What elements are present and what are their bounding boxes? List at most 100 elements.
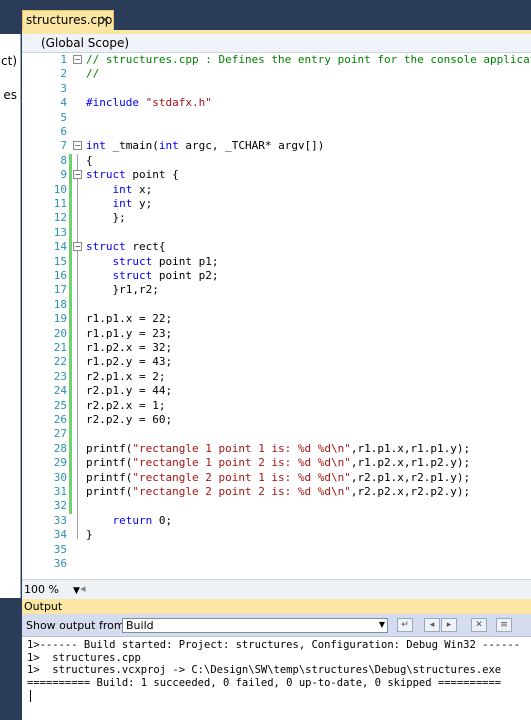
collapse-icon[interactable]: − — [73, 170, 82, 180]
code-line[interactable]: 10 int x; — [22, 182, 531, 197]
change-marker — [69, 168, 72, 183]
panel-text-fragment: es — [3, 88, 17, 102]
code-token: rect{ — [125, 240, 166, 254]
code-line[interactable]: 35 — [22, 543, 531, 557]
code-token: r2.p1.y = 44; — [86, 384, 173, 398]
code-line[interactable]: 16 struct point p2; — [22, 269, 531, 284]
change-marker — [69, 297, 72, 313]
scope-navigation-bar[interactable]: (Global Scope) — [22, 34, 531, 53]
previous-message-icon[interactable]: ◂ — [424, 618, 440, 632]
code-line[interactable]: 26 r2.p2.y = 60; — [22, 413, 531, 428]
code-line[interactable]: 17 }r1,r2; — [22, 283, 531, 298]
change-marker — [69, 398, 72, 413]
code-line[interactable]: 7− int _tmain(int argc, _TCHAR* argv[]) — [22, 139, 531, 153]
code-line[interactable]: 36 — [22, 557, 531, 571]
code-text: } — [86, 528, 93, 542]
line-number: 1 — [60, 53, 67, 66]
collapse-icon[interactable]: − — [73, 55, 82, 64]
change-marker — [69, 456, 72, 471]
code-line[interactable]: 31 printf("rectangle 2 point 2 is: %d %d\… — [22, 485, 531, 500]
output-text[interactable]: 1>------ Build started: Project: structu… — [22, 637, 531, 720]
code-line[interactable]: 27 — [22, 427, 531, 442]
keyword-token: int — [112, 182, 133, 196]
line-number: 12 — [53, 211, 67, 225]
code-line[interactable]: 33 return 0; — [22, 514, 531, 528]
line-number: 26 — [53, 413, 67, 426]
code-line[interactable]: 29 printf("rectangle 1 point 2 is: %d %d\… — [22, 456, 531, 471]
close-tab-icon[interactable]: ✕ — [100, 13, 110, 27]
code-line[interactable]: 1−// structures.cpp : Defines the entry … — [22, 53, 531, 67]
output-title: Output — [24, 600, 63, 613]
go-to-line-icon[interactable]: ↵ — [397, 618, 413, 632]
code-line[interactable]: 11 int y; — [22, 197, 531, 212]
code-line[interactable]: 19 r1.p1.x = 22; — [22, 312, 531, 327]
code-line[interactable]: 9− struct point { — [22, 168, 531, 183]
code-token: 0; — [152, 513, 173, 527]
code-line[interactable]: 20 r1.p1.y = 23; — [22, 326, 531, 341]
code-line[interactable]: 3 — [22, 82, 531, 96]
code-token: x; — [132, 182, 153, 196]
scope-dropdown[interactable]: (Global Scope) — [41, 36, 129, 50]
code-line[interactable]: 5 — [22, 111, 531, 125]
code-line[interactable]: 8{ — [22, 153, 531, 169]
change-marker — [69, 240, 72, 255]
code-line[interactable]: 18 — [22, 297, 531, 313]
change-marker — [69, 499, 72, 514]
code-token: r2.p2.x = 1; — [86, 398, 166, 412]
code-line[interactable]: 6 — [22, 125, 531, 139]
code-line[interactable]: 25 r2.p2.x = 1; — [22, 398, 531, 413]
code-line[interactable]: 32 — [22, 499, 531, 514]
code-line[interactable]: 4 #include "stdafx.h" — [22, 96, 531, 110]
code-line[interactable]: 12 }; — [22, 211, 531, 226]
line-number: 5 — [60, 110, 67, 124]
scroll-left-icon[interactable]: ◂ — [80, 582, 86, 595]
code-text: printf("rectangle 1 point 1 is: %d %d\n"… — [86, 442, 470, 456]
change-marker — [69, 182, 72, 197]
line-number: 31 — [53, 485, 67, 498]
code-token: r2.p1.x = 2; — [86, 369, 166, 383]
tab-structures-cpp[interactable]: structures.cpp ✕ — [22, 10, 114, 30]
panel-text-fragment: ct) — [1, 54, 17, 68]
string-token: "rectangle 1 point 2 is: %d %d\n" — [132, 456, 351, 470]
change-marker — [69, 369, 72, 385]
zoom-dropdown[interactable]: 100 % ▼ — [24, 583, 80, 596]
code-text: struct point p1; — [86, 255, 219, 269]
code-line[interactable]: 24 r2.p1.y = 44; — [22, 384, 531, 399]
code-line[interactable]: 13 — [22, 225, 531, 241]
code-line[interactable]: 23 r2.p1.x = 2; — [22, 369, 531, 385]
code-line[interactable]: 28 printf("rectangle 1 point 1 is: %d %d\… — [22, 441, 531, 457]
line-number: 25 — [53, 398, 67, 412]
code-token: r1.p1.y = 23; — [86, 326, 173, 340]
output-source-select[interactable]: Build ▼ — [122, 618, 388, 633]
change-marker — [69, 225, 72, 241]
code-line[interactable]: 30 printf("rectangle 2 point 1 is: %d %d\… — [22, 470, 531, 485]
code-token: }; — [86, 211, 126, 225]
change-marker — [69, 312, 72, 327]
chevron-down-icon: ▼ — [72, 586, 80, 596]
code-line[interactable]: 14− struct rect{ — [22, 240, 531, 255]
comment-token: // — [86, 67, 100, 81]
code-area[interactable]: 1−// structures.cpp : Defines the entry … — [22, 53, 531, 579]
word-wrap-icon[interactable]: ≡ — [496, 618, 512, 632]
clear-all-icon[interactable]: ✕ — [471, 618, 487, 632]
next-message-icon[interactable]: ▸ — [441, 618, 457, 632]
collapse-icon[interactable]: − — [73, 141, 82, 151]
line-number: 14 — [53, 240, 67, 254]
code-text: r2.p2.x = 1; — [86, 399, 165, 413]
code-line[interactable]: 21 r1.p2.x = 32; — [22, 341, 531, 356]
string-token: "rectangle 2 point 2 is: %d %d\n" — [132, 485, 351, 498]
code-line[interactable]: 15 struct point p1; — [22, 254, 531, 269]
code-line[interactable]: 22 r1.p2.y = 43; — [22, 355, 531, 370]
code-text: #include "stdafx.h" — [86, 96, 212, 110]
collapse-icon[interactable]: − — [73, 242, 82, 252]
code-editor[interactable]: (Global Scope) 1−// structures.cpp : Def… — [22, 34, 531, 599]
code-line[interactable]: 34} — [22, 528, 531, 542]
string-token: "rectangle 1 point 1 is: %d %d\n" — [132, 441, 351, 455]
code-token: ,r1.p1.x,r1.p1.y); — [350, 441, 471, 455]
change-marker — [69, 254, 72, 269]
output-line: ========== Build: 1 succeeded, 0 failed,… — [27, 676, 502, 689]
code-line[interactable]: 2 // — [22, 67, 531, 81]
